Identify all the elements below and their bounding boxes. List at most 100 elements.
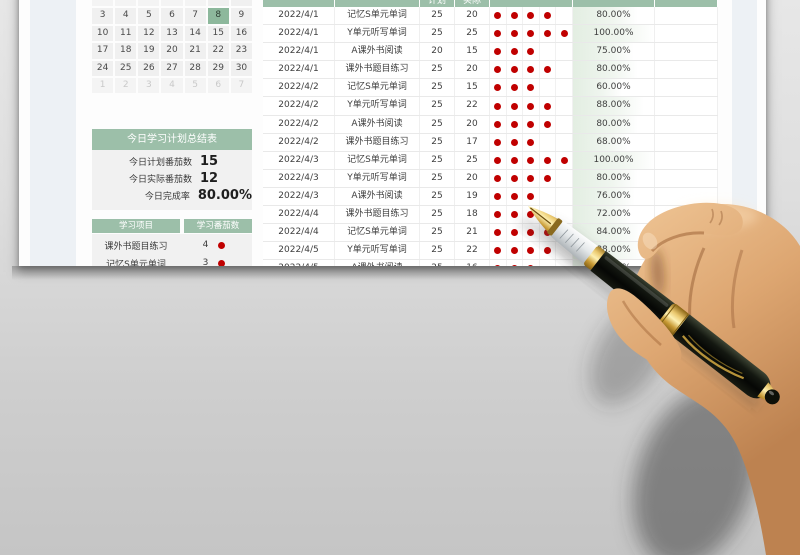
cell-plan[interactable]: 25 [420, 169, 455, 187]
cell-blank[interactable] [655, 61, 718, 79]
calendar-day[interactable]: 27 [161, 60, 183, 76]
calendar-day[interactable]: 25 [115, 60, 137, 76]
cell-actual[interactable]: 22 [455, 97, 490, 115]
cell-actual[interactable]: 15 [455, 43, 490, 61]
cell-date[interactable]: 2022/4/5 [263, 242, 335, 260]
cell-actual[interactable]: 20 [455, 7, 490, 25]
cell-plan[interactable]: 25 [420, 115, 455, 133]
cell-tomatoes[interactable] [490, 115, 573, 133]
calendar-day[interactable]: 23 [230, 43, 252, 59]
summary-value[interactable]: 80.00% [198, 188, 252, 203]
cell-plan[interactable]: 20 [420, 43, 455, 61]
calendar-day[interactable]: 3 [92, 8, 114, 24]
cell-blank[interactable] [655, 133, 718, 151]
cell-actual[interactable]: 25 [455, 25, 490, 43]
calendar-day[interactable]: 3 [138, 77, 160, 94]
calendar-day[interactable]: 30 [161, 0, 183, 7]
cell-blank[interactable] [655, 7, 718, 25]
cell-blank[interactable] [655, 79, 718, 97]
calendar-day[interactable]: 30 [230, 60, 252, 76]
cell-blank[interactable] [655, 43, 718, 61]
calendar-day[interactable]: 26 [138, 60, 160, 76]
cell-completion-rate[interactable]: 80.00% [573, 7, 655, 25]
cell-date[interactable]: 2022/4/2 [263, 133, 335, 151]
cell-item[interactable]: 记忆S单元单词 [335, 224, 420, 242]
calendar-day[interactable]: 6 [207, 77, 229, 94]
cell-item[interactable]: 记忆S单元单词 [335, 151, 420, 169]
cell-plan[interactable]: 25 [420, 206, 455, 224]
calendar-day[interactable]: 28 [184, 60, 206, 76]
cell-date[interactable]: 2022/4/1 [263, 43, 335, 61]
cell-date[interactable]: 2022/4/2 [263, 79, 335, 97]
cell-plan[interactable]: 25 [420, 7, 455, 25]
cell-actual[interactable]: 20 [455, 61, 490, 79]
cell-tomatoes[interactable] [490, 97, 573, 115]
cell-tomatoes[interactable] [490, 79, 573, 97]
project-count-cell[interactable]: 4 [180, 240, 248, 250]
calendar-day[interactable]: 10 [92, 25, 114, 42]
project-name-cell[interactable]: 记忆S单元单词 [92, 257, 180, 267]
calendar-day[interactable]: 19 [138, 43, 160, 59]
calendar-day[interactable]: 9 [230, 8, 252, 24]
cell-actual[interactable]: 15 [455, 79, 490, 97]
project-name-cell[interactable]: 课外书题目练习 [92, 239, 180, 252]
cell-actual[interactable]: 17 [455, 133, 490, 151]
calendar-day[interactable]: 11 [115, 25, 137, 42]
cell-date[interactable]: 2022/4/3 [263, 151, 335, 169]
cell-item[interactable]: A课外书阅读 [335, 115, 420, 133]
calendar-day[interactable]: 15 [207, 25, 229, 42]
calendar-day[interactable]: 4 [161, 77, 183, 94]
cell-plan[interactable]: 25 [420, 242, 455, 260]
calendar-day[interactable]: 5 [184, 77, 206, 94]
cell-completion-rate[interactable]: 88.00% [573, 97, 655, 115]
calendar-day[interactable]: 17 [92, 43, 114, 59]
cell-item[interactable]: 课外书题目练习 [335, 133, 420, 151]
cell-completion-rate[interactable]: 80.00% [573, 115, 655, 133]
cell-blank[interactable] [655, 151, 718, 169]
calendar-day[interactable]: 1 [207, 0, 229, 7]
cell-plan[interactable]: 25 [420, 25, 455, 43]
cell-item[interactable]: Y单元听写单词 [335, 242, 420, 260]
calendar-day[interactable]: 31 [184, 0, 206, 7]
cell-date[interactable]: 2022/4/4 [263, 224, 335, 242]
calendar-day[interactable]: 14 [184, 25, 206, 42]
calendar-day[interactable]: 20 [161, 43, 183, 59]
calendar-day[interactable]: 21 [184, 43, 206, 59]
calendar-day[interactable]: 4 [115, 8, 137, 24]
cell-tomatoes[interactable] [490, 61, 573, 79]
cell-plan[interactable]: 25 [420, 79, 455, 97]
cell-completion-rate[interactable]: 100.00% [573, 25, 655, 43]
summary-value[interactable]: 12 [200, 171, 218, 186]
calendar-day[interactable]: 8 [207, 8, 229, 24]
cell-blank[interactable] [655, 25, 718, 43]
calendar-day[interactable]: 18 [115, 43, 137, 59]
cell-tomatoes[interactable] [490, 133, 573, 151]
calendar-day[interactable]: 29 [138, 0, 160, 7]
calendar-day[interactable]: 28 [115, 0, 137, 7]
cell-date[interactable]: 2022/4/4 [263, 206, 335, 224]
calendar-day[interactable]: 2 [230, 0, 252, 7]
calendar-day[interactable]: 16 [230, 25, 252, 42]
cell-date[interactable]: 2022/4/2 [263, 115, 335, 133]
cell-tomatoes[interactable] [490, 7, 573, 25]
calendar-day[interactable]: 12 [138, 25, 160, 42]
cell-actual[interactable]: 20 [455, 115, 490, 133]
cell-plan[interactable]: 25 [420, 133, 455, 151]
cell-item[interactable]: 记忆S单元单词 [335, 79, 420, 97]
calendar-day[interactable]: 27 [92, 0, 114, 7]
cell-plan[interactable]: 25 [420, 187, 455, 206]
calendar-day[interactable]: 24 [92, 60, 114, 76]
cell-item[interactable]: A课外书阅读 [335, 187, 420, 206]
cell-completion-rate[interactable]: 100.00% [573, 151, 655, 169]
cell-item[interactable]: A课外书阅读 [335, 43, 420, 61]
calendar-day[interactable]: 22 [207, 43, 229, 59]
cell-completion-rate[interactable]: 68.00% [573, 133, 655, 151]
cell-completion-rate[interactable]: 80.00% [573, 61, 655, 79]
cell-tomatoes[interactable] [490, 151, 573, 169]
calendar-day[interactable]: 1 [92, 77, 114, 94]
cell-plan[interactable]: 25 [420, 151, 455, 169]
cell-item[interactable]: 课外书题目练习 [335, 61, 420, 79]
cell-blank[interactable] [655, 115, 718, 133]
calendar-day[interactable]: 6 [161, 8, 183, 24]
cell-date[interactable]: 2022/4/3 [263, 169, 335, 187]
